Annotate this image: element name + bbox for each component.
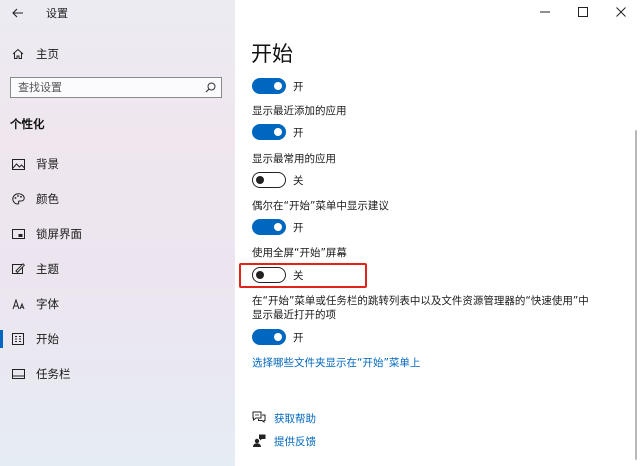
scrollbar[interactable] <box>635 130 637 460</box>
sidebar-item-colors[interactable]: 颜色 <box>0 187 235 211</box>
toggle-switch[interactable] <box>252 78 286 94</box>
toggle-switch[interactable] <box>252 124 286 140</box>
back-button[interactable] <box>6 2 30 24</box>
sidebar-item-background[interactable]: 背景 <box>0 152 235 176</box>
setting-toggle-row: 开 <box>252 328 304 346</box>
setting-toggle-row: 关 <box>252 171 304 189</box>
toggle-state-label: 开 <box>293 126 304 139</box>
toggle-switch[interactable] <box>252 219 286 235</box>
toggle-state-label: 开 <box>293 80 304 93</box>
sidebar: 设置 主页 个性化 背景 颜色 <box>0 0 235 466</box>
help-chat-icon <box>252 409 266 428</box>
sidebar-item-label: 任务栏 <box>36 367 71 381</box>
back-arrow-icon <box>12 8 23 18</box>
close-button[interactable] <box>602 0 640 24</box>
toggle-state-label: 关 <box>293 269 304 282</box>
theme-brush-icon <box>0 263 36 275</box>
get-help-link[interactable]: 获取帮助 <box>274 411 316 426</box>
toggle-state-label: 关 <box>293 174 304 187</box>
sidebar-item-label: 主题 <box>36 262 59 276</box>
search-input[interactable] <box>11 78 199 97</box>
sidebar-item-label: 锁屏界面 <box>36 227 82 241</box>
page-title: 开始 <box>251 42 293 66</box>
setting-toggle-row: 开 <box>252 218 304 236</box>
sidebar-item-fonts[interactable]: 字体 <box>0 292 235 316</box>
start-menu-icon <box>0 333 36 345</box>
setting-toggle-row: 关 <box>252 266 304 284</box>
toggle-switch[interactable] <box>252 329 286 345</box>
setting-toggle-row: 开 <box>252 123 304 141</box>
sidebar-item-themes[interactable]: 主题 <box>0 257 235 281</box>
close-icon <box>616 7 626 17</box>
picture-icon <box>0 158 36 170</box>
sidebar-item-lock-screen[interactable]: 锁屏界面 <box>0 222 235 246</box>
setting-label: 在“开始”菜单或任务栏的跳转列表中以及文件资源管理器的“快速使用”中显示最近打开… <box>252 295 589 321</box>
window-controls <box>526 0 640 24</box>
minimize-button[interactable] <box>526 0 564 24</box>
window-title: 设置 <box>46 7 68 20</box>
toggle-switch[interactable] <box>252 267 286 283</box>
section-header: 个性化 <box>10 117 45 131</box>
maximize-icon <box>578 7 588 17</box>
main-content: 开始 开 显示最近添加的应用 开 显示最常用的应用 关 偶尔在“开始”菜单中显示… <box>235 0 640 466</box>
sidebar-item-start[interactable]: 开始 <box>0 327 235 351</box>
nav-list: 背景 颜色 锁屏界面 主题 字体 开始 任务栏 <box>0 152 235 397</box>
font-icon <box>0 298 36 310</box>
feedback-row: 提供反馈 <box>252 433 316 449</box>
home-icon <box>0 48 36 60</box>
toggle-state-label: 开 <box>293 331 304 344</box>
setting-label: 显示最常用的应用 <box>252 153 336 165</box>
sidebar-item-label: 颜色 <box>36 192 59 206</box>
palette-icon <box>0 193 36 205</box>
sidebar-item-taskbar[interactable]: 任务栏 <box>0 362 235 386</box>
feedback-person-icon <box>252 432 266 451</box>
toggle-switch[interactable] <box>252 172 286 188</box>
sidebar-item-label: 开始 <box>36 332 59 346</box>
setting-toggle-row: 开 <box>252 77 304 95</box>
taskbar-icon <box>0 369 36 379</box>
get-help-row: 获取帮助 <box>252 410 316 426</box>
setting-label: 偶尔在“开始”菜单中显示建议 <box>252 200 389 212</box>
sidebar-item-home[interactable]: 主页 <box>0 42 235 66</box>
setting-label: 显示最近添加的应用 <box>252 105 347 117</box>
lock-screen-icon <box>0 228 36 240</box>
maximize-button[interactable] <box>564 0 602 24</box>
minimize-icon <box>540 11 550 13</box>
toggle-state-label: 开 <box>293 221 304 234</box>
sidebar-item-label: 背景 <box>36 157 59 171</box>
sidebar-item-label: 主页 <box>36 47 59 61</box>
setting-label: 使用全屏“开始”屏幕 <box>252 247 347 259</box>
sidebar-item-label: 字体 <box>36 297 59 311</box>
search-box[interactable] <box>10 77 222 98</box>
choose-folders-link[interactable]: 选择哪些文件夹显示在“开始”菜单上 <box>252 355 420 370</box>
give-feedback-link[interactable]: 提供反馈 <box>274 434 316 449</box>
search-icon[interactable] <box>199 78 221 97</box>
